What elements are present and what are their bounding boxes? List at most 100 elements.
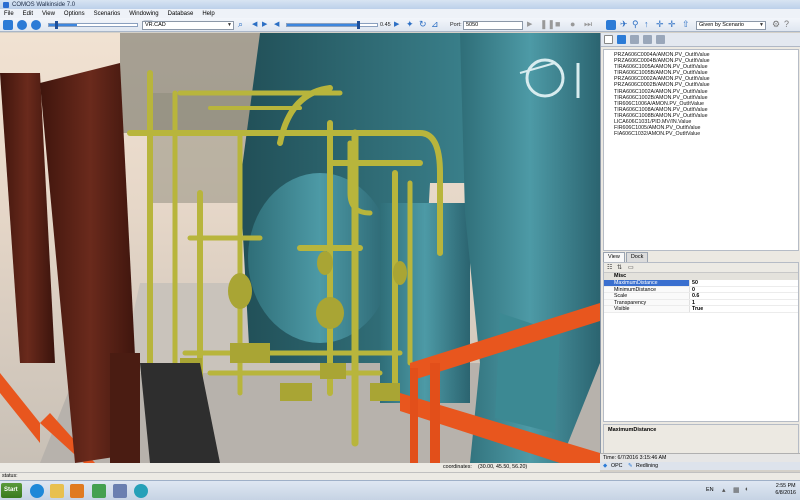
tray-arrow-icon[interactable]: ▴ [722,486,726,494]
3d-viewport[interactable] [0,33,600,463]
coordinates-label: coordinates: [443,464,472,470]
media-player-icon[interactable] [70,484,84,498]
start-button[interactable]: Start [1,483,22,498]
record-icon[interactable]: ● [570,19,575,30]
opc-icon: ◆ [603,463,608,469]
speed-slider[interactable] [286,21,378,29]
forward-arrow-icon[interactable]: ▶ [262,19,267,30]
speed-down-icon[interactable]: ◀ [274,19,279,30]
walk-icon[interactable]: ⚲ [632,19,639,30]
plant-scene [0,33,600,463]
clock-date: 6/8/2016 [775,490,796,496]
property-name: MaximumDistance [604,280,690,286]
tray-network-icon[interactable]: ▦ [733,486,740,494]
tree-view-icon[interactable] [617,35,626,44]
menu-options[interactable]: Options [64,11,85,17]
back-arrow-icon[interactable]: ◀ [252,19,257,30]
property-name: Scale [604,293,690,299]
property-value[interactable]: 0 [690,287,695,293]
crosshair-icon[interactable]: ✛ [656,19,664,30]
panel-toolbar [601,33,800,47]
menu-view[interactable]: View [42,11,55,17]
property-name: Visible [604,306,690,312]
add-view-icon[interactable] [31,20,41,30]
menu-database[interactable]: Database [168,11,194,17]
sort-az-icon[interactable]: ⇅ [617,264,622,271]
home-icon[interactable] [3,20,13,30]
browser-icon[interactable] [30,484,44,498]
speed-value: 0.45 [380,22,391,28]
property-value[interactable]: True [690,306,703,312]
app-icon [3,1,9,8]
tab-redlining[interactable]: Redlining [636,462,658,470]
navigation-slider-thumb[interactable] [55,21,58,29]
speed-up-icon[interactable]: ▶ [394,19,399,30]
status-bar: status: [0,472,800,480]
network-icon[interactable] [113,484,127,498]
options-icon[interactable] [656,35,665,44]
property-value[interactable]: 1 [690,300,695,306]
signal-list[interactable]: PRZA606C0004A/AMON.PV_OutItValue PRZA606C… [603,49,799,251]
property-rows: MaximumDistance 50 MinimumDistance 0 Scale 0.… [604,280,798,313]
model-combo[interactable]: VR.CAD ▼ [142,21,234,30]
property-pages-icon[interactable]: ▭ [628,264,634,271]
right-panel: PRZA606C0004A/AMON.PV_OutItValue PRZA606C… [600,33,800,463]
navigation-slider[interactable] [48,21,138,29]
scenario-combo[interactable]: Given by Scenario ▼ [696,21,766,30]
menu-edit[interactable]: Edit [23,11,33,17]
tab-dock[interactable]: Dock [625,252,649,262]
menu-file[interactable]: File [4,11,14,17]
tab-view[interactable]: View [603,252,625,262]
language-indicator[interactable]: EN [706,487,714,493]
pin-icon[interactable]: ✦ [406,19,414,30]
menu-bar: File Edit View Options Scenarios Windowi… [0,9,800,18]
skip-icon[interactable]: ⏭ [584,19,592,30]
main-toolbar: VR.CAD ▼ ⌕ ◀ ▶ ◀ 0.45 ▶ ✦ ↻ ⊿ Port: 5050… [0,18,800,32]
coordinates-value: (30.00, 45.50, 56.20) [478,464,528,470]
tools-icon[interactable] [643,35,652,44]
measure-icon[interactable]: ⊿ [431,19,439,30]
property-grid: ☷ ⇅ ▭ Misc MaximumDistance 50 MinimumDista… [603,262,799,422]
property-value[interactable]: 50 [690,280,698,286]
menu-windowing[interactable]: Windowing [129,11,158,17]
settings-icon[interactable]: ⚙ [772,19,780,30]
property-description-title: MaximumDistance [608,427,657,433]
folder-icon[interactable] [50,484,64,498]
signal-icon[interactable] [630,35,639,44]
play-icon[interactable]: ▶ [527,19,532,30]
camera-up-icon[interactable]: ⇧ [682,19,690,30]
port-label: Port: [450,22,462,28]
person-icon[interactable]: ↑ [644,19,649,30]
status-text: status: [2,473,18,479]
help-icon[interactable]: ? [784,19,789,30]
fly-icon[interactable]: ✈ [620,19,628,30]
list-view-icon[interactable] [604,35,613,44]
stop-icon[interactable]: ■ [555,19,560,30]
scenario-combo-value: Given by Scenario [699,22,744,28]
property-row[interactable]: Visible True [604,306,798,313]
tab-opc[interactable]: OPC [611,462,622,470]
walkinside-taskbar-icon[interactable] [134,484,148,498]
property-value[interactable]: 0.6 [690,293,699,299]
speed-slider-thumb[interactable] [357,21,360,29]
teleport-icon[interactable]: ✛ [668,19,676,30]
media-icon[interactable] [92,484,106,498]
avatar-mode-icon[interactable] [606,20,616,30]
rotate-icon[interactable]: ↻ [419,19,427,30]
pause-icon[interactable]: ❚❚ [540,19,555,30]
tray-volume-icon[interactable]: ◐ [745,486,749,493]
zoom-icon[interactable]: ⌕ [238,19,243,30]
port-value: 5050 [466,22,479,28]
globe-icon[interactable] [17,20,27,30]
property-toolbar: ☷ ⇅ ▭ [604,263,798,273]
taskbar: Start EN ▴ ▦ ◐ 2:55 PM 6/8/2016 [0,480,800,500]
menu-help[interactable]: Help [202,11,214,17]
clock[interactable]: 2:55 PM 6/8/2016 [775,483,796,497]
signal-item[interactable]: FIA606C1032/AMON.PV_OutItValue [614,131,798,137]
categorized-icon[interactable]: ☷ [607,264,612,271]
menu-scenarios[interactable]: Scenarios [94,11,121,17]
property-name: Transparency [604,299,690,305]
speed-slider-fill [287,24,359,26]
port-input[interactable]: 5050 [463,21,523,30]
start-label: Start [4,487,18,493]
